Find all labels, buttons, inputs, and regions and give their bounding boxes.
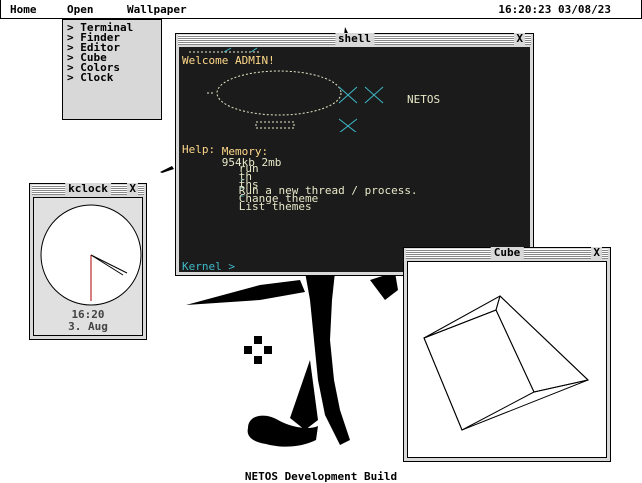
cube-window[interactable]: Cube X xyxy=(403,247,611,462)
kclock-date: 3. Aug xyxy=(68,320,108,333)
shell-window[interactable]: shell X Welcome ADMIN! NETOS Memory: 954… xyxy=(175,33,534,276)
kclock-body: 16:20 3. Aug xyxy=(33,197,143,336)
analog-clock-face xyxy=(40,204,142,306)
kclock-close-button[interactable]: X xyxy=(127,183,138,195)
footer-build-label: NETOS Development Build xyxy=(244,470,398,483)
menu-home[interactable]: Home xyxy=(10,3,37,16)
kclock-title: kclock xyxy=(65,183,111,195)
shell-title: shell xyxy=(334,33,375,45)
shell-close-button[interactable]: X xyxy=(514,33,525,45)
cube-canvas xyxy=(407,261,607,458)
menu-wallpaper[interactable]: Wallpaper xyxy=(127,3,187,16)
shell-welcome: Welcome ADMIN! xyxy=(182,54,275,67)
menubar-clock: 16:20:23 03/08/23 xyxy=(498,3,611,16)
menu-item-clock[interactable]: > Clock xyxy=(63,72,161,83)
open-menu-dropdown: > Terminal > Finder > Editor > Cube > Co… xyxy=(62,19,162,120)
menu-bar: Home Open Wallpaper 16:20:23 03/08/23 xyxy=(0,0,642,19)
cube-close-button[interactable]: X xyxy=(591,247,602,259)
menu-open[interactable]: Open xyxy=(67,3,94,16)
cube-titlebar[interactable]: Cube X xyxy=(406,247,608,259)
shell-prompt[interactable]: Kernel > xyxy=(182,261,235,272)
wireframe-cube xyxy=(423,295,590,431)
shell-titlebar[interactable]: shell X xyxy=(178,33,531,45)
help-desc: List themes xyxy=(238,200,312,213)
cube-title: Cube xyxy=(490,247,524,259)
shell-help-row: ths - List themes xyxy=(199,168,312,223)
shell-os-name: NETOS xyxy=(407,93,441,106)
kclock-window[interactable]: kclock X 16:20 3. Aug xyxy=(29,183,147,340)
kclock-titlebar[interactable]: kclock X xyxy=(32,183,144,195)
shell-terminal[interactable]: Welcome ADMIN! NETOS Memory: 954kb 2mb H… xyxy=(179,47,530,272)
